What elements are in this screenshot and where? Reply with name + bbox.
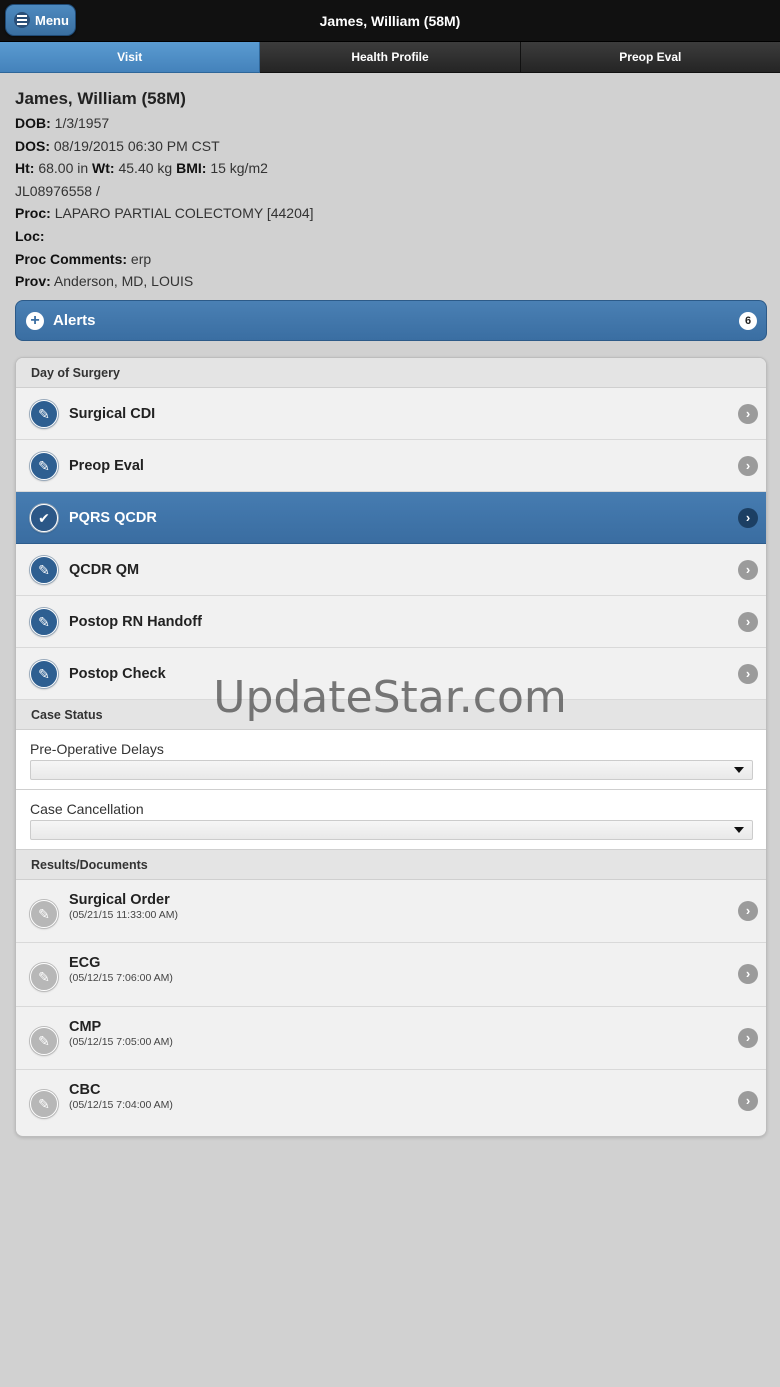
chevron-right-icon: › — [738, 508, 758, 528]
pencil-icon: ✎ — [30, 660, 58, 688]
results-documents-header: Results/Documents — [16, 850, 766, 880]
chevron-right-icon: › — [738, 1027, 758, 1048]
dob-label: DOB: — [15, 115, 51, 131]
list-item-label: Postop RN Handoff — [69, 613, 202, 630]
document-title: CMP — [69, 1018, 102, 1035]
tab-bar: Visit Health Profile Preop Eval — [0, 42, 780, 73]
app-header: Menu James, William (58M) — [0, 0, 780, 42]
case-cancellation-field: Case Cancellation — [16, 790, 766, 850]
ht-label: Ht: — [15, 160, 35, 177]
pencil-icon: ✎ — [30, 556, 58, 584]
document-title: CBC — [69, 1082, 101, 1099]
list-item-label: PQRS QCDR — [69, 509, 157, 526]
list-item-label: Preop Eval — [69, 457, 144, 474]
pencil-icon: ✎ — [30, 452, 58, 480]
tab-health-profile[interactable]: Health Profile — [260, 42, 521, 73]
proc-comments-label: Proc Comments: — [15, 250, 128, 267]
document-item-surgical-order[interactable]: ✎ Surgical Order (05/21/15 11:33:00 AM) … — [16, 880, 766, 944]
chevron-right-icon: › — [738, 612, 758, 632]
list-item-postop-check[interactable]: ✎ Postop Check › — [16, 648, 766, 700]
chevron-right-icon: › — [738, 901, 758, 921]
list-item-label: Postop Check — [69, 665, 166, 682]
check-icon: ✔ — [30, 504, 58, 532]
alerts-count-badge: 6 — [739, 312, 757, 330]
dob-value: 1/3/1957 — [54, 115, 110, 131]
prov-label: Prov: — [15, 273, 51, 290]
chevron-right-icon: › — [738, 560, 758, 580]
proc-comments-row: Proc Comments: erp — [15, 248, 755, 271]
plus-icon: + — [26, 311, 44, 330]
prov-row: Prov: Anderson, MD, LOUIS — [15, 270, 755, 293]
pencil-icon: ✎ — [30, 400, 58, 428]
dos-row: DOS: 08/19/2015 06:30 PM CST — [15, 135, 755, 158]
pencil-icon: ✎ — [30, 1090, 58, 1119]
alerts-label: Alerts — [53, 312, 96, 329]
loc-row: Loc: — [15, 225, 755, 248]
pencil-icon: ✎ — [30, 963, 58, 992]
proc-row: Proc: LAPARO PARTIAL COLECTOMY [44204] — [15, 202, 755, 225]
list-item-preop-eval[interactable]: ✎ Preop Eval › — [16, 440, 766, 492]
document-item-cmp[interactable]: ✎ CMP (05/12/15 7:05:00 AM) › — [16, 1006, 766, 1071]
case-cancellation-select[interactable] — [30, 820, 753, 840]
pencil-icon: ✎ — [30, 900, 58, 928]
pre-op-delays-select[interactable] — [30, 760, 753, 780]
document-date: (05/12/15 7:05:00 AM) — [69, 1035, 173, 1048]
mrn-row: JL08976558 / — [15, 182, 100, 199]
document-item-ecg[interactable]: ✎ ECG (05/12/15 7:06:00 AM) › — [16, 943, 766, 1007]
alerts-collapsible[interactable]: + Alerts 6 — [15, 300, 767, 341]
wt-label: Wt: — [92, 160, 115, 177]
pre-op-delays-field: Pre-Operative Delays — [16, 730, 766, 790]
list-item-label: QCDR QM — [69, 561, 140, 578]
prov-value: Anderson, MD, LOUIS — [53, 273, 194, 290]
document-date: (05/12/15 7:06:00 AM) — [69, 972, 173, 985]
document-title: ECG — [69, 955, 101, 972]
dob-row: DOB: 1/3/1957 — [15, 112, 755, 135]
wt-value: 45.40 kg — [118, 160, 173, 177]
bmi-label: BMI: — [176, 160, 207, 177]
document-date: (05/12/15 7:04:00 AM) — [69, 1099, 173, 1112]
case-cancellation-label: Case Cancellation — [30, 801, 144, 817]
page-title: James, William (58M) — [319, 13, 461, 29]
dos-value: 08/19/2015 06:30 PM CST — [53, 137, 220, 154]
chevron-right-icon: › — [738, 664, 758, 684]
pre-op-delays-label: Pre-Operative Delays — [30, 741, 164, 757]
loc-label: Loc: — [15, 227, 45, 244]
caret-down-icon — [734, 827, 744, 833]
caret-down-icon — [734, 767, 744, 773]
main-list: Day of Surgery ✎ Surgical CDI › ✎ Preop … — [15, 357, 767, 1137]
tab-preop-eval[interactable]: Preop Eval — [520, 42, 780, 73]
document-title: Surgical Order — [69, 892, 170, 908]
document-item-cbc[interactable]: ✎ CBC (05/12/15 7:04:00 AM) › — [16, 1070, 766, 1134]
vitals-row: Ht: 68.00 in Wt: 45.40 kg BMI: 15 kg/m2 — [15, 157, 755, 180]
bmi-value: 15 kg/m2 — [210, 160, 268, 177]
list-item-surgical-cdi[interactable]: ✎ Surgical CDI › — [16, 388, 766, 440]
list-item-label: Surgical CDI — [69, 405, 156, 422]
pencil-icon: ✎ — [30, 1026, 58, 1055]
chevron-right-icon: › — [738, 456, 758, 476]
patient-name: James, William (58M) — [15, 89, 186, 108]
day-of-surgery-header: Day of Surgery — [16, 358, 766, 388]
list-item-pqrs-qcdr[interactable]: ✔ PQRS QCDR › — [16, 492, 766, 544]
patient-info: James, William (58M) DOB: 1/3/1957 DOS: … — [15, 88, 755, 293]
document-date: (05/21/15 11:33:00 AM) — [69, 909, 178, 921]
pencil-icon: ✎ — [30, 608, 58, 636]
dos-label: DOS: — [15, 137, 50, 154]
case-status-header: Case Status — [16, 700, 766, 730]
list-item-postop-rn-handoff[interactable]: ✎ Postop RN Handoff › — [16, 596, 766, 648]
list-item-qcdr-qm[interactable]: ✎ QCDR QM › — [16, 544, 766, 596]
proc-comments-value: erp — [130, 250, 152, 267]
proc-value: LAPARO PARTIAL COLECTOMY [44204] — [54, 205, 314, 222]
tab-visit[interactable]: Visit — [0, 42, 261, 73]
proc-label: Proc: — [15, 205, 51, 222]
chevron-right-icon: › — [738, 404, 758, 424]
ht-value: 68.00 in — [38, 160, 89, 177]
